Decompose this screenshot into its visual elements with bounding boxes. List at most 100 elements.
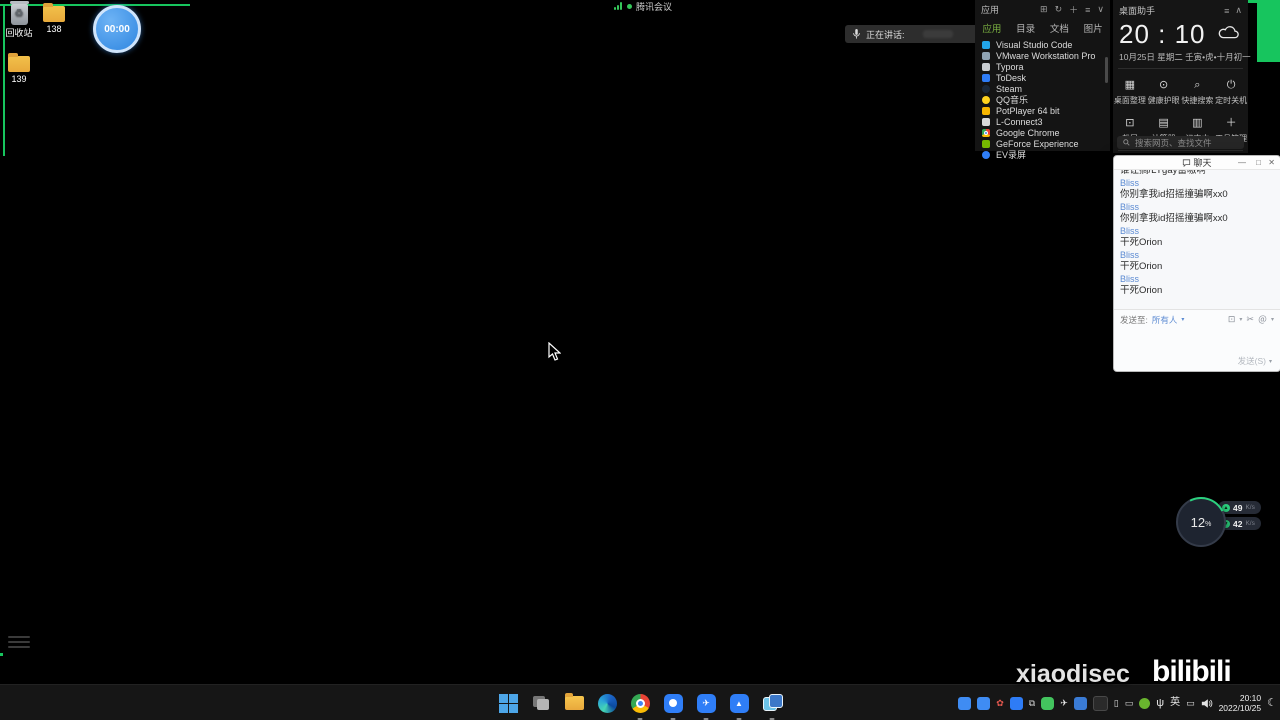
steam-icon xyxy=(982,84,990,93)
action-timed-shutdown[interactable]: ⏻ 定时关机 xyxy=(1214,75,1248,106)
meeting-app-name: 腾讯会议 xyxy=(636,1,673,12)
tim-tray-icon[interactable] xyxy=(1009,696,1023,710)
window-select-icon[interactable]: ⊡ xyxy=(1228,314,1236,325)
display-tray-icon[interactable] xyxy=(1073,696,1087,710)
chat-compose-area[interactable]: 发送至: 所有人 ▾ ⊡ ▾ ✂ ＠ ▾ 发送(S) ▾ xyxy=(1114,309,1280,371)
refresh-icon[interactable]: ↻ xyxy=(1055,4,1063,15)
desktop-icon-folder-139[interactable]: 139 xyxy=(0,52,46,84)
menu-icon[interactable]: ≡ xyxy=(1085,5,1090,15)
meeting-timer-widget[interactable]: 00:00 xyxy=(93,5,141,53)
action-desktop-organize[interactable]: ▦ 桌面整理 xyxy=(1113,75,1147,106)
leaf-tray-icon[interactable] xyxy=(1139,697,1151,709)
collapse-icon[interactable]: ∧ xyxy=(1235,5,1242,16)
app-list-item[interactable]: EV录屏 xyxy=(975,149,1110,160)
add-icon[interactable]: ＋ xyxy=(1069,3,1078,16)
volume-icon[interactable] xyxy=(1201,698,1213,709)
search-placeholder: 搜索网页、查找文件 xyxy=(1135,137,1212,148)
screenshot-icon: ⊡ xyxy=(1125,117,1135,129)
action-eye-care[interactable]: ⊙ 健康护眼 xyxy=(1147,75,1181,106)
edge-button[interactable] xyxy=(596,692,619,715)
airplane-tray-icon[interactable]: ✈ xyxy=(1060,698,1068,708)
app-label: Steam xyxy=(996,83,1023,94)
tencent-meeting-tray-icon[interactable] xyxy=(958,696,972,710)
pen-display-tray-icon[interactable]: ▭ xyxy=(1186,698,1195,708)
cpu-usage-arc xyxy=(1169,490,1233,554)
qq-music-icon xyxy=(982,95,990,104)
wechat-tray-icon[interactable] xyxy=(1041,696,1055,710)
chat-sender: Bliss xyxy=(1120,274,1140,284)
vmware-button[interactable] xyxy=(761,692,784,720)
app-list-item[interactable]: Google Chrome xyxy=(975,127,1110,138)
app-list-item[interactable]: VMware Workstation Pro xyxy=(975,50,1110,61)
task-view-button[interactable] xyxy=(530,692,553,715)
ime-indicator[interactable]: 英 xyxy=(1170,698,1180,708)
assistant-search-input[interactable]: 搜索网页、查找文件 xyxy=(1117,136,1244,149)
moon-icon[interactable]: ☾ xyxy=(1267,697,1277,709)
minimize-button[interactable]: — xyxy=(1238,156,1246,169)
chevron-down-icon: ▾ xyxy=(1239,317,1243,323)
tray-clock[interactable]: 20:10 2022/10/25 xyxy=(1219,693,1262,713)
app-panel-scrollbar[interactable] xyxy=(1105,57,1108,83)
desktop-icon-folder-138[interactable]: 138 xyxy=(27,2,81,34)
send-to-label: 发送至: xyxy=(1120,314,1148,325)
send-button[interactable]: 发送(S) ▾ xyxy=(1238,355,1272,367)
send-to-selector[interactable]: 所有人 xyxy=(1152,314,1178,326)
chrome-button[interactable] xyxy=(629,692,652,720)
chat-title-bar[interactable]: 聊天 — □ ✕ xyxy=(1114,156,1280,170)
chat-sender: Bliss xyxy=(1120,202,1140,212)
tencent-meeting-icon xyxy=(663,693,683,713)
upload-value: 49 xyxy=(1233,502,1243,513)
screenshot-icon[interactable]: ✂ xyxy=(1246,314,1254,325)
microphone-icon xyxy=(853,29,860,39)
app-list-item[interactable]: PotPlayer 64 bit xyxy=(975,105,1110,116)
chat-message-input[interactable] xyxy=(1120,328,1274,356)
tab-apps[interactable]: 应用 xyxy=(975,21,1009,35)
chevron-down-icon: ▾ xyxy=(1181,317,1185,323)
tencent-meeting-button[interactable] xyxy=(662,692,685,720)
app-list-item[interactable]: L-Connect3 xyxy=(975,116,1110,127)
flower-tray-icon[interactable]: ✿ xyxy=(996,698,1004,708)
maximize-button[interactable]: □ xyxy=(1256,156,1261,169)
menu-icon[interactable]: ≡ xyxy=(1224,6,1229,16)
taskbar: ✈ ▲ ✿ ⧉ ✈ ▯ ▭ ψ 英 ▭ 20:10 2022/10/25 ☾ xyxy=(0,684,1280,720)
close-button[interactable]: ✕ xyxy=(1268,156,1275,169)
mention-icon[interactable]: ＠ xyxy=(1258,313,1267,326)
app-label: QQ音乐 xyxy=(996,95,1029,105)
chat-bubble-icon xyxy=(1182,158,1191,167)
app-list-item[interactable]: Typora xyxy=(975,61,1110,72)
action-quick-search[interactable]: ⌕ 快捷搜索 xyxy=(1181,75,1215,106)
tab-directory[interactable]: 目录 xyxy=(1009,21,1043,35)
tray-time: 20:10 xyxy=(1239,693,1262,703)
recorder-corner-block xyxy=(1257,0,1280,62)
usb-device-tray-icon[interactable]: ▯ xyxy=(1114,698,1119,708)
file-explorer-button[interactable] xyxy=(563,692,586,715)
monitor-tray-icon[interactable]: ▭ xyxy=(1125,698,1134,708)
running-indicator xyxy=(703,717,709,720)
collapse-icon[interactable]: ∨ xyxy=(1097,4,1104,15)
chevron-down-icon: ▾ xyxy=(1270,317,1274,323)
tab-documents[interactable]: 文档 xyxy=(1043,21,1077,35)
performance-widget[interactable]: ▲ 49 K/s ▼ 42 K/s 12 % xyxy=(1169,490,1276,554)
download-value: 42 xyxy=(1233,518,1243,529)
folder-icon xyxy=(564,693,584,710)
mic-tray-icon[interactable]: ψ xyxy=(1156,697,1164,709)
tab-pictures[interactable]: 图片 xyxy=(1076,21,1110,35)
tim-button[interactable]: ✈ xyxy=(695,692,718,720)
download-unit: K/s xyxy=(1245,520,1255,527)
clipboard-tray-icon[interactable]: ⧉ xyxy=(1029,698,1035,708)
start-button[interactable] xyxy=(497,692,520,715)
mountain-app-tray-icon[interactable] xyxy=(977,696,991,710)
folder-icon xyxy=(43,3,65,22)
plus-icon: ＋ xyxy=(1225,117,1237,129)
grid-view-icon[interactable]: ⊞ xyxy=(1040,4,1048,15)
edge-icon xyxy=(597,693,617,713)
mountain-app-button[interactable]: ▲ xyxy=(728,692,751,720)
app-list-item[interactable]: Visual Studio Code xyxy=(975,39,1110,50)
dark-app-tray-icon[interactable] xyxy=(1092,695,1108,711)
task-view-icon xyxy=(533,696,549,710)
meeting-status-pill[interactable]: 腾讯会议 xyxy=(614,0,672,12)
app-list-item[interactable]: ToDesk xyxy=(975,72,1110,83)
app-list-item[interactable]: QQ音乐 xyxy=(975,94,1110,105)
chat-message-list[interactable]: 谁让搞/LYgay蕾嗷啊 Bliss 你别拿我id招摇撞骗啊xx0 Bliss … xyxy=(1114,170,1280,308)
assistant-title: 桌面助手 xyxy=(1119,6,1156,16)
